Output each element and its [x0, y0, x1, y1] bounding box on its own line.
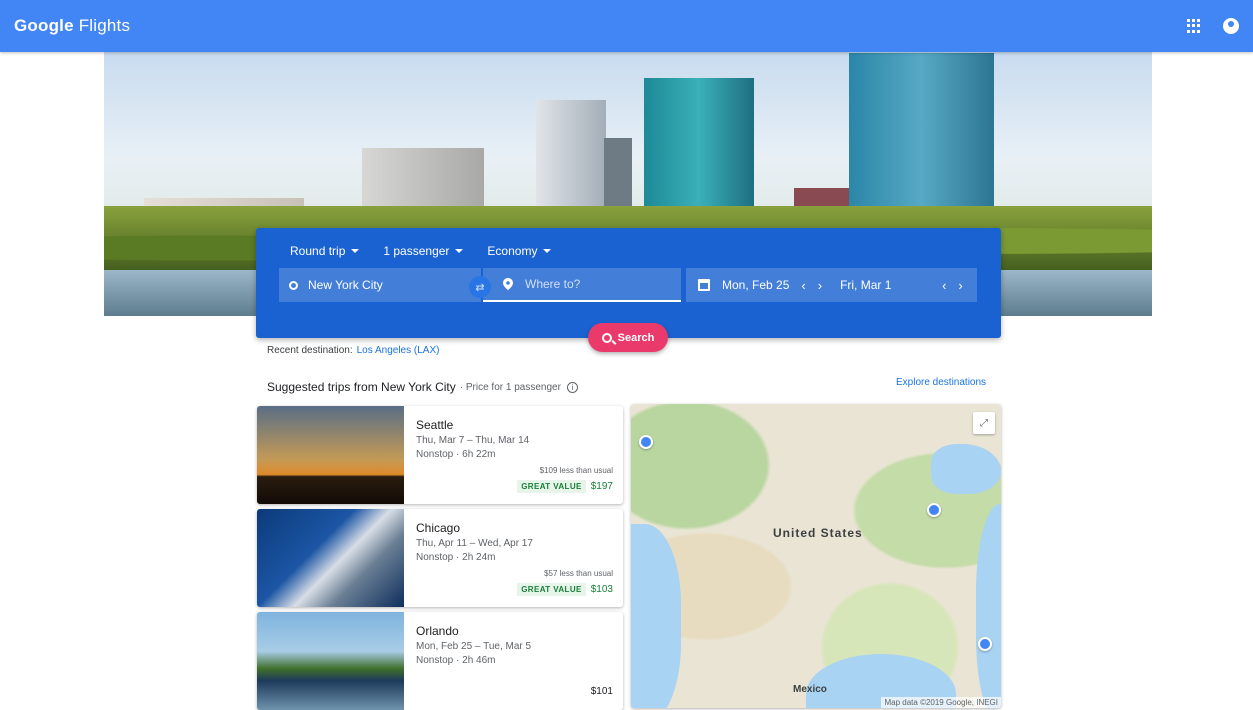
recent-destination: Recent destination: Los Angeles (LAX): [267, 345, 439, 356]
trip-savings: $57 less than usual: [544, 569, 613, 578]
destination-field[interactable]: Where to?: [483, 268, 681, 302]
fullscreen-icon[interactable]: ⤢: [973, 412, 995, 434]
search-icon: [601, 332, 612, 343]
trip-price: $101: [590, 686, 613, 697]
great-value-badge: GREAT VALUE: [517, 583, 586, 596]
suggested-subtitle: · Price for 1 passenger: [459, 381, 561, 393]
destination-placeholder: Where to?: [525, 277, 581, 291]
chevron-down-icon: [543, 249, 552, 253]
info-icon[interactable]: i: [566, 381, 578, 393]
passengers-label: 1 passenger: [383, 244, 450, 258]
app-logo[interactable]: Google Flights: [14, 16, 130, 36]
recent-destination-link[interactable]: Los Angeles (LAX): [357, 345, 440, 356]
map-pin-chicago[interactable]: [927, 503, 941, 517]
trip-dates: Thu, Apr 11 – Wed, Apr 17: [416, 538, 533, 549]
account-icon[interactable]: [1223, 18, 1239, 34]
recent-label: Recent destination:: [267, 345, 353, 356]
city-photo: [257, 612, 404, 710]
trip-savings: $109 less than usual: [539, 466, 613, 475]
cabin-label: Economy: [487, 244, 538, 258]
map-label-mexico: Mexico: [793, 684, 827, 695]
return-prev-icon[interactable]: ‹: [936, 278, 952, 293]
search-button-label: Search: [617, 331, 655, 344]
city-photo: [257, 509, 404, 607]
return-next-icon[interactable]: ›: [952, 278, 968, 293]
map-label-united-states: United States: [773, 526, 863, 540]
trip-city: Chicago: [416, 521, 461, 535]
explore-destinations-link[interactable]: Explore destinations: [896, 377, 986, 388]
suggested-title: Suggested trips from New York City: [267, 380, 456, 394]
map-credit: Map data ©2019 Google, INEGI: [881, 697, 1001, 708]
search-panel: Round trip 1 passenger Economy New York …: [256, 228, 1001, 338]
chevron-down-icon: [351, 249, 360, 253]
chevron-down-icon: [455, 249, 464, 253]
trip-city: Orlando: [416, 624, 459, 638]
origin-icon: [289, 280, 298, 290]
origin-value: New York City: [308, 278, 383, 292]
trip-price: $197: [590, 481, 613, 492]
apps-icon[interactable]: [1187, 19, 1201, 33]
swap-icon[interactable]: ⇄: [469, 276, 491, 298]
calendar-icon: [698, 279, 710, 291]
depart-date[interactable]: Mon, Feb 25: [722, 278, 789, 292]
trip-dates: Mon, Feb 25 – Tue, Mar 5: [416, 641, 532, 652]
map-pin-seattle[interactable]: [639, 435, 653, 449]
cabin-select[interactable]: Economy: [487, 244, 552, 258]
depart-prev-icon[interactable]: ‹: [795, 278, 811, 293]
search-button[interactable]: Search: [588, 323, 668, 352]
trip-price: $103: [590, 584, 613, 595]
trip-card-orlando[interactable]: Orlando Mon, Feb 25 – Tue, Mar 5 Nonstop…: [257, 612, 623, 710]
map-pin-orlando[interactable]: [978, 637, 992, 651]
trip-card-chicago[interactable]: Chicago Thu, Apr 11 – Wed, Apr 17 Nonsto…: [257, 509, 623, 607]
trip-duration: Nonstop · 2h 46m: [416, 655, 496, 666]
location-pin-icon: [503, 278, 513, 290]
great-value-badge: GREAT VALUE: [517, 480, 586, 493]
trip-type-select[interactable]: Round trip: [290, 244, 360, 258]
app-header: Google Flights: [0, 0, 1253, 52]
passengers-select[interactable]: 1 passenger: [383, 244, 464, 258]
destinations-map[interactable]: United States Mexico ⤢ Map data ©2019 Go…: [631, 404, 1001, 708]
suggested-trips-heading: Suggested trips from New York City · Pri…: [267, 380, 578, 394]
trip-duration: Nonstop · 6h 22m: [416, 449, 496, 460]
trip-city: Seattle: [416, 418, 454, 432]
trip-dates: Thu, Mar 7 – Thu, Mar 14: [416, 435, 530, 446]
trip-card-seattle[interactable]: Seattle Thu, Mar 7 – Thu, Mar 14 Nonstop…: [257, 406, 623, 504]
depart-next-icon[interactable]: ›: [812, 278, 828, 293]
return-date[interactable]: Fri, Mar 1: [840, 278, 930, 292]
brand-google: Google: [14, 16, 74, 35]
trip-duration: Nonstop · 2h 24m: [416, 552, 496, 563]
origin-field[interactable]: New York City: [279, 268, 481, 302]
city-photo: [257, 406, 404, 504]
dates-field[interactable]: Mon, Feb 25 ‹ › Fri, Mar 1 ‹ ›: [686, 268, 977, 302]
brand-product: Flights: [78, 16, 131, 35]
trip-type-label: Round trip: [290, 244, 346, 258]
